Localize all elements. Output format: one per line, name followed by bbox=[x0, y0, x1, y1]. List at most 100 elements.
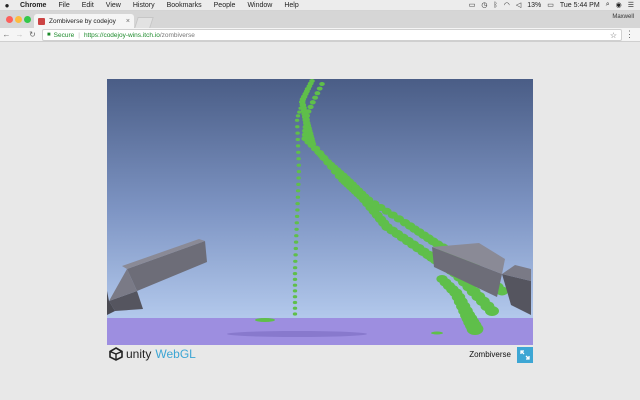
zombie bbox=[307, 104, 314, 110]
bluetooth-icon[interactable]: ᛒ bbox=[494, 2, 498, 9]
zombie bbox=[312, 95, 319, 100]
zombie bbox=[299, 102, 305, 106]
zombie bbox=[292, 266, 298, 270]
menu-file[interactable]: File bbox=[52, 2, 75, 9]
zombie bbox=[295, 195, 301, 199]
zombie bbox=[294, 227, 299, 231]
zombie bbox=[295, 125, 300, 129]
menubar-status-area: ▭ ◷ ᛒ ◠ ◁ 13% ▭ Tue 5:44 PM ⌕ ◉ ☰ bbox=[469, 1, 640, 9]
zombie bbox=[314, 91, 321, 96]
webgl-wordmark: WebGL bbox=[155, 347, 196, 361]
zombie bbox=[485, 306, 499, 316]
zombie bbox=[294, 234, 299, 238]
zombie bbox=[296, 157, 301, 161]
ground-zombie bbox=[431, 331, 443, 335]
siri-icon[interactable]: ◉ bbox=[616, 1, 622, 9]
game-footer: unity WebGL Zombiverse bbox=[107, 345, 533, 365]
zombie bbox=[292, 295, 298, 299]
zombie bbox=[296, 176, 301, 180]
menu-view[interactable]: View bbox=[100, 2, 127, 9]
address-bar[interactable]: ■ Secure | https://codejoy-wins.itch.io /… bbox=[42, 29, 622, 41]
apple-icon[interactable]: ● bbox=[0, 1, 14, 10]
menu-window[interactable]: Window bbox=[241, 2, 278, 9]
lock-icon[interactable]: ■ bbox=[47, 32, 51, 38]
zombie bbox=[296, 150, 301, 154]
menu-help[interactable]: Help bbox=[278, 2, 304, 9]
secure-label[interactable]: Secure bbox=[54, 32, 75, 39]
menu-history[interactable]: History bbox=[127, 2, 161, 9]
zombie bbox=[305, 109, 312, 114]
profile-name[interactable]: Maxwell bbox=[612, 14, 634, 20]
menu-app-chrome[interactable]: Chrome bbox=[14, 2, 52, 9]
zombie bbox=[303, 91, 308, 95]
browser-toolbar: ← → ↻ ■ Secure | https://codejoy-wins.it… bbox=[0, 28, 640, 42]
zombie bbox=[293, 240, 299, 244]
game-title: Zombiverse bbox=[469, 350, 511, 359]
zombie bbox=[293, 253, 298, 257]
unity-wordmark: unity bbox=[126, 347, 152, 361]
zombie bbox=[295, 144, 301, 148]
zombie bbox=[295, 202, 300, 206]
zombie bbox=[294, 214, 300, 218]
zombie bbox=[298, 106, 303, 110]
battery-icon[interactable]: ▭ bbox=[547, 1, 554, 9]
spotlight-icon[interactable]: ⌕ bbox=[606, 1, 610, 9]
zombie bbox=[319, 82, 325, 86]
notification-center-icon[interactable]: ☰ bbox=[628, 1, 634, 9]
timer-icon[interactable]: ◷ bbox=[481, 1, 487, 9]
zombie bbox=[466, 323, 484, 335]
menu-edit[interactable]: Edit bbox=[76, 2, 100, 9]
zombie bbox=[295, 189, 301, 193]
zoom-window-button[interactable] bbox=[24, 16, 31, 23]
zombie bbox=[304, 87, 310, 91]
zombie bbox=[294, 118, 300, 122]
unity-cube-icon bbox=[109, 347, 123, 361]
zombie bbox=[302, 95, 307, 99]
zombie bbox=[316, 86, 323, 91]
tab-close-icon[interactable]: × bbox=[126, 18, 130, 25]
zombie bbox=[309, 100, 316, 105]
zombie bbox=[292, 277, 298, 281]
zombie bbox=[301, 98, 306, 103]
zombie bbox=[293, 259, 298, 263]
zombie bbox=[295, 114, 301, 118]
fullscreen-button[interactable] bbox=[517, 347, 533, 363]
game-scene[interactable] bbox=[107, 79, 533, 345]
zombie bbox=[296, 163, 301, 167]
ground-zombie bbox=[255, 318, 275, 322]
url-path[interactable]: /zombiverse bbox=[160, 32, 195, 39]
volume-icon[interactable]: ◁ bbox=[516, 1, 521, 9]
zombie bbox=[292, 312, 298, 316]
unity-game-canvas[interactable] bbox=[107, 79, 533, 345]
menu-bookmarks[interactable]: Bookmarks bbox=[161, 2, 208, 9]
reload-icon[interactable]: ↻ bbox=[26, 30, 39, 39]
star-icon[interactable]: ☆ bbox=[610, 31, 617, 40]
address-separator: | bbox=[78, 31, 80, 39]
zombie bbox=[294, 221, 299, 225]
close-window-button[interactable] bbox=[6, 16, 13, 23]
battery-percent[interactable]: 13% bbox=[527, 2, 541, 9]
tab-zombiverse[interactable]: Zombiverse by codejoy × bbox=[34, 14, 134, 28]
minimize-window-button[interactable] bbox=[15, 16, 22, 23]
unity-logo: unity WebGL bbox=[109, 347, 196, 361]
back-arrow-icon[interactable]: ← bbox=[0, 30, 13, 39]
forward-arrow-icon[interactable]: → bbox=[13, 30, 26, 39]
new-tab-button[interactable] bbox=[134, 17, 154, 28]
zombie bbox=[293, 246, 298, 251]
zombie bbox=[292, 272, 298, 276]
airplay-icon[interactable]: ▭ bbox=[469, 1, 476, 9]
zombie bbox=[295, 131, 300, 135]
url-host[interactable]: https://codejoy-wins.itch.io bbox=[84, 32, 160, 39]
clock[interactable]: Tue 5:44 PM bbox=[560, 2, 600, 9]
zombie bbox=[292, 306, 298, 310]
fullscreen-icon bbox=[520, 350, 530, 360]
zombie bbox=[295, 137, 300, 142]
three-dots-icon[interactable]: ⋮ bbox=[625, 29, 634, 40]
menu-people[interactable]: People bbox=[208, 2, 242, 9]
zombie bbox=[292, 283, 298, 287]
macos-menubar: ● Chrome File Edit View History Bookmark… bbox=[0, 0, 640, 11]
zombie bbox=[295, 208, 300, 212]
zombie bbox=[296, 182, 301, 186]
zombie bbox=[296, 170, 302, 174]
wifi-icon[interactable]: ◠ bbox=[504, 1, 510, 9]
